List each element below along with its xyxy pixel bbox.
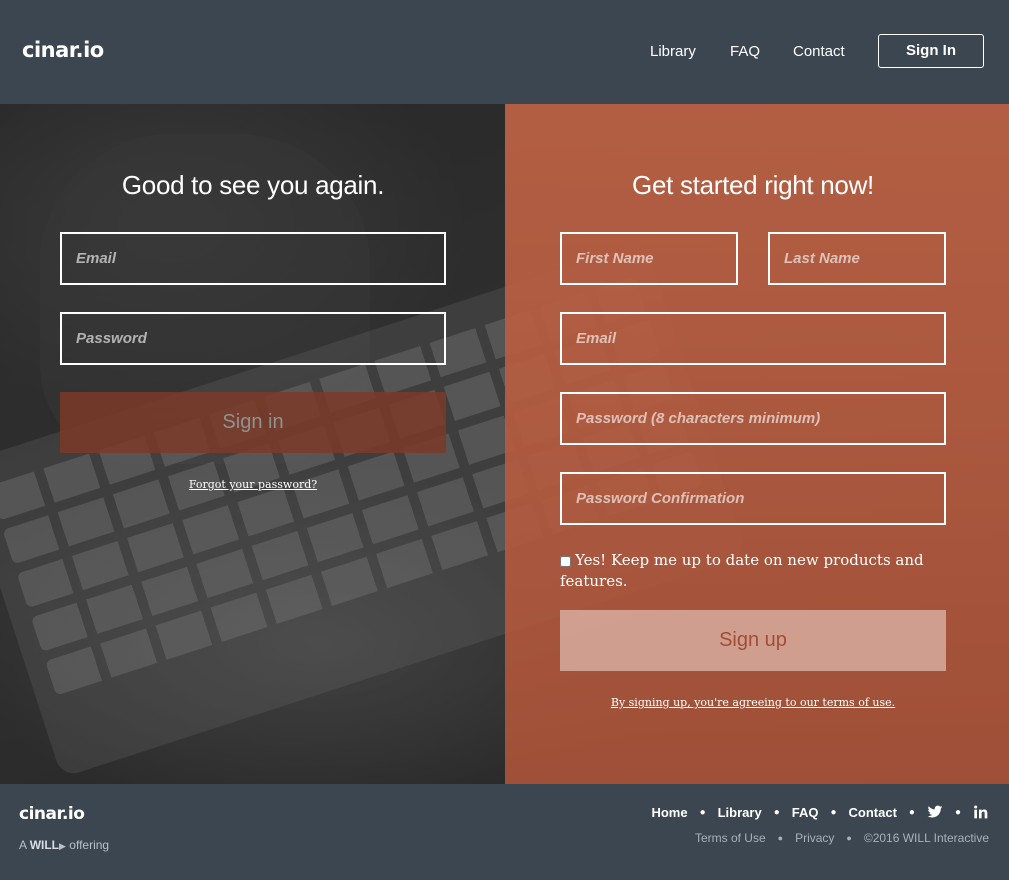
site-logo[interactable]: cinar.io (22, 38, 104, 62)
will-brand: WILL (29, 838, 60, 852)
footer-contact-link[interactable]: Contact (849, 805, 897, 820)
separator-dot: ● (830, 806, 837, 818)
offering-prefix: A (19, 838, 27, 852)
site-footer: cinar.io A WILL▶ offering Home ● Library… (0, 784, 1009, 880)
first-name-input[interactable] (560, 232, 738, 285)
forgot-password-link[interactable]: Forgot your password? (60, 478, 446, 491)
linkedin-icon[interactable] (973, 804, 989, 820)
play-icon: ▶ (59, 841, 66, 851)
separator-dot: ● (908, 806, 915, 818)
nav-faq-link[interactable]: FAQ (730, 43, 760, 60)
site-header: cinar.io Library FAQ Contact Sign In (0, 0, 1009, 104)
privacy-link[interactable]: Privacy (795, 831, 834, 845)
separator-dot: ● (699, 806, 706, 818)
twitter-icon[interactable] (927, 804, 943, 820)
terms-of-use-link[interactable]: By signing up, you're agreeing to our te… (560, 696, 946, 709)
login-password-input[interactable] (60, 312, 446, 365)
terms-link[interactable]: Terms of Use (695, 831, 766, 845)
footer-library-link[interactable]: Library (718, 805, 762, 820)
separator-dot: ● (777, 833, 784, 843)
signin-button[interactable]: Sign in (60, 392, 446, 453)
copyright-text: ©2016 WILL Interactive (863, 831, 989, 845)
login-email-input[interactable] (60, 232, 446, 285)
nav-contact-link[interactable]: Contact (793, 43, 845, 60)
signup-password-confirm-input[interactable] (560, 472, 946, 525)
newsletter-label: Yes! Keep me up to date on new products … (560, 551, 924, 590)
footer-nav: Home ● Library ● FAQ ● Contact ● ● (651, 804, 989, 820)
footer-home-link[interactable]: Home (651, 805, 687, 820)
newsletter-checkbox[interactable] (560, 555, 571, 567)
offering-suffix: offering (69, 838, 110, 852)
will-offering-tagline: A WILL▶ offering (19, 838, 109, 852)
newsletter-option[interactable]: Yes! Keep me up to date on new products … (560, 550, 950, 592)
signup-title: Get started right now! (632, 170, 874, 200)
footer-logo[interactable]: cinar.io (19, 804, 85, 824)
signup-password-input[interactable] (560, 392, 946, 445)
signup-email-input[interactable] (560, 312, 946, 365)
separator-dot: ● (773, 806, 780, 818)
footer-faq-link[interactable]: FAQ (792, 805, 819, 820)
footer-legal: Terms of Use ● Privacy ● ©2016 WILL Inte… (695, 831, 989, 845)
separator-dot: ● (846, 833, 852, 843)
login-title: Good to see you again. (121, 170, 385, 200)
separator-dot: ● (954, 806, 961, 818)
last-name-input[interactable] (768, 232, 946, 285)
hero-section: Good to see you again. Sign in Forgot yo… (0, 104, 1009, 784)
signup-button[interactable]: Sign up (560, 610, 946, 671)
header-signin-button[interactable]: Sign In (878, 34, 984, 68)
nav-library-link[interactable]: Library (650, 43, 696, 60)
